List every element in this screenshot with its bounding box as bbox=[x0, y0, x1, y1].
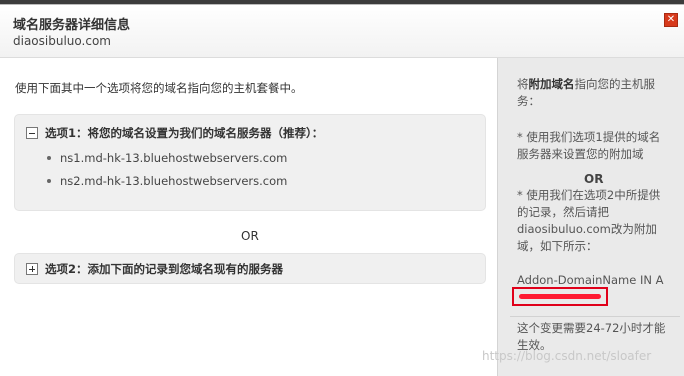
nameserver-details-dialog: 域名服务器详细信息 diaosibuluo.com ✕ 使用下面其中一个选项将您… bbox=[0, 4, 684, 376]
help-intro-bold: 附加域名 bbox=[528, 77, 575, 91]
help-divider bbox=[510, 316, 680, 317]
dialog-header: 域名服务器详细信息 diaosibuluo.com ✕ bbox=[0, 5, 684, 58]
help-intro-prefix: 将 bbox=[517, 77, 529, 91]
nameserver-list: ns1.md-hk-13.bluehostwebservers.com ns2.… bbox=[47, 151, 287, 197]
or-separator: OR bbox=[241, 229, 259, 243]
option1-header[interactable]: 选项1：将您的域名设置为我们的域名服务器（推荐）： bbox=[45, 125, 323, 141]
options-intro: 使用下面其中一个选项将您的域名指向您的主机套餐中。 bbox=[15, 81, 303, 95]
help-or-separator: OR bbox=[584, 172, 604, 186]
nameserver-item: ns1.md-hk-13.bluehostwebservers.com bbox=[47, 151, 287, 174]
help-tip-option1: * 使用我们选项1提供的域名服务器来设置您的附加域 bbox=[517, 130, 661, 161]
collapse-icon[interactable] bbox=[26, 127, 38, 139]
dialog-title: 域名服务器详细信息 bbox=[13, 18, 131, 33]
help-tip-option2: * 使用我们在选项2中所提供的记录，然后请把diaosibuluo.com改为附… bbox=[517, 188, 661, 253]
addon-domain-help-panel: 将附加域名指向您的主机服务： * 使用我们选项1提供的域名服务器来设置您的附加域… bbox=[497, 58, 684, 376]
dialog-domain: diaosibuluo.com bbox=[13, 34, 111, 48]
expand-icon[interactable] bbox=[26, 263, 38, 275]
option2-header[interactable]: 选项2：添加下面的记录到您域名现有的服务器 bbox=[45, 261, 283, 277]
watermark: https://blog.csdn.net/sloafer bbox=[482, 349, 652, 363]
help-intro: 将附加域名指向您的主机服务： bbox=[517, 76, 667, 110]
option2-panel: 选项2：添加下面的记录到您域名现有的服务器 bbox=[14, 253, 486, 284]
redaction-mark bbox=[519, 294, 601, 299]
options-panel: 使用下面其中一个选项将您的域名指向您的主机套餐中。 选项1：将您的域名设置为我们… bbox=[0, 58, 497, 376]
close-icon[interactable]: ✕ bbox=[664, 13, 678, 27]
redacted-ip-value bbox=[512, 287, 608, 306]
nameserver-item: ns2.md-hk-13.bluehostwebservers.com bbox=[47, 174, 287, 197]
option1-panel: 选项1：将您的域名设置为我们的域名服务器（推荐）： ns1.md-hk-13.b… bbox=[14, 114, 486, 211]
